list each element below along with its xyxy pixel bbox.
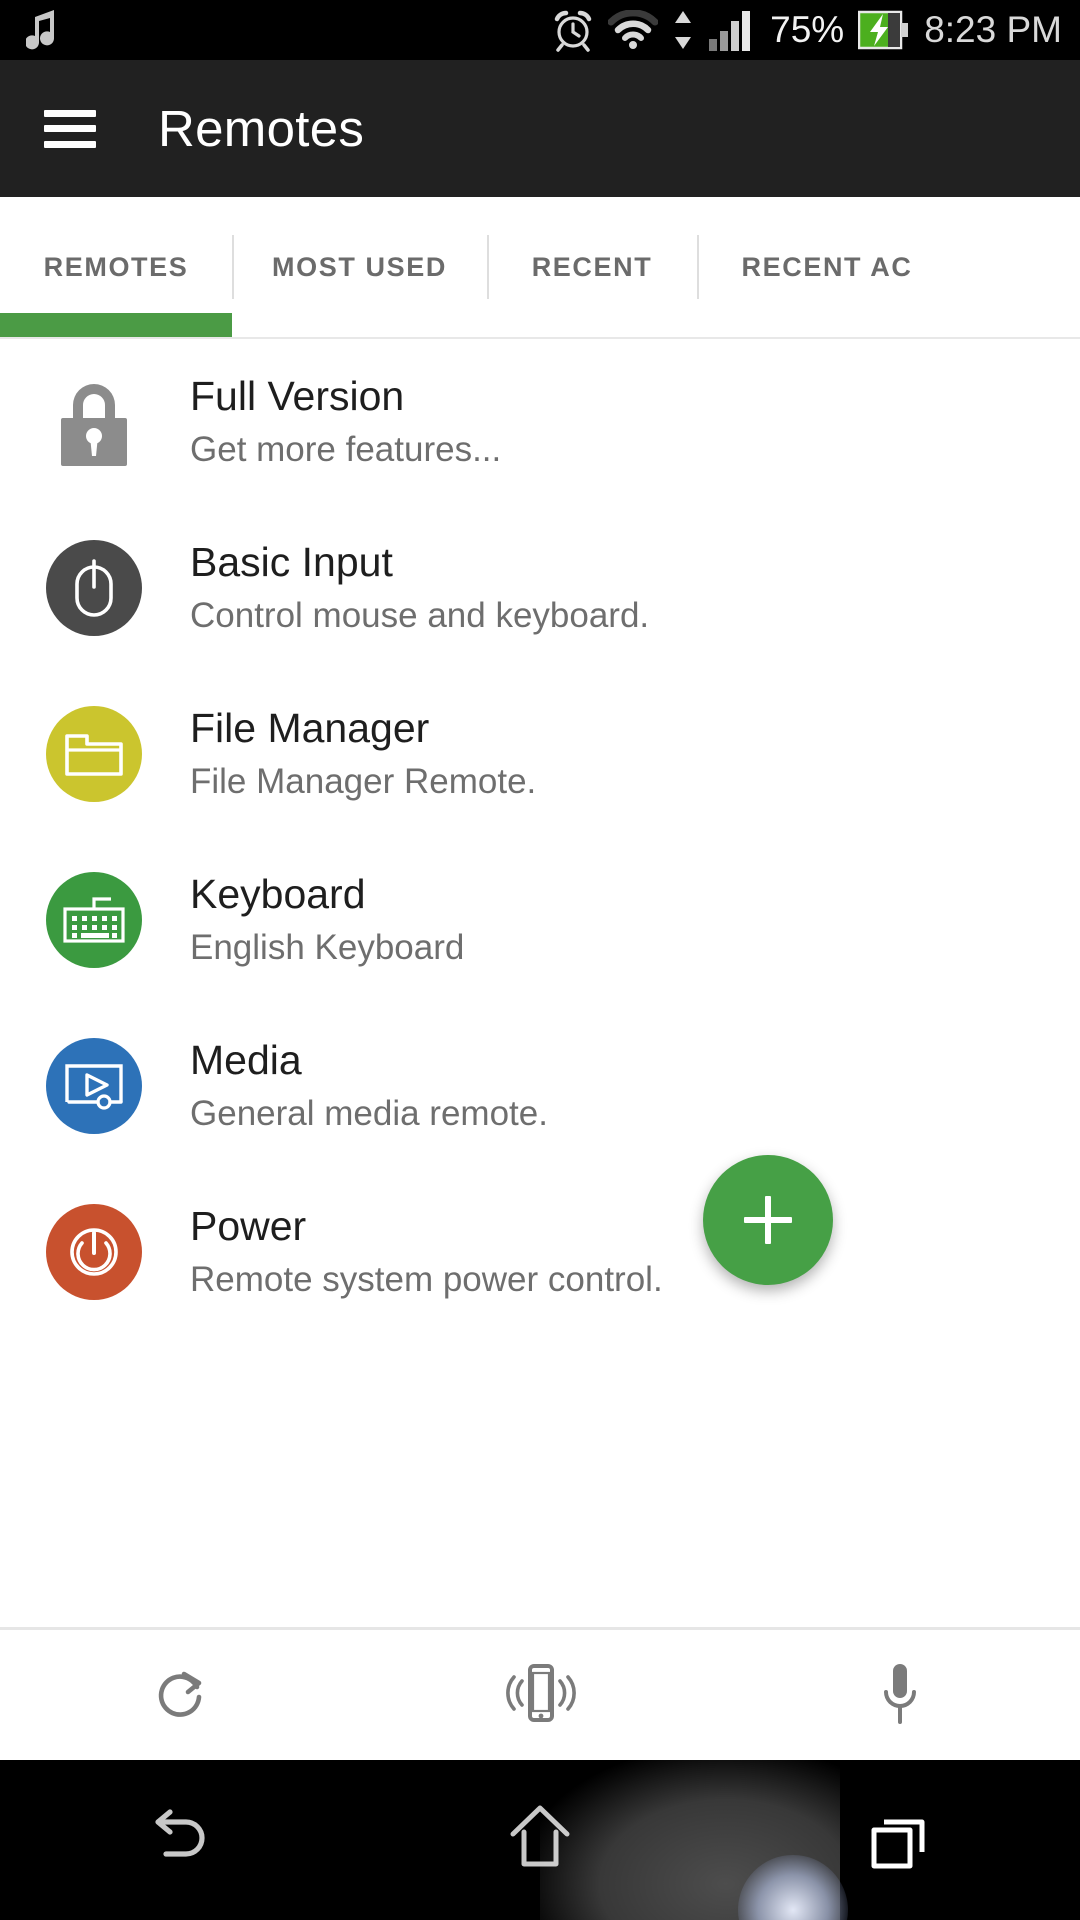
android-nav-bar <box>0 1760 1080 1920</box>
list-item-text: File Manager File Manager Remote. <box>190 704 536 804</box>
nav-home-button[interactable] <box>360 1760 720 1920</box>
folder-icon <box>46 706 142 802</box>
tab-label: RECENT AC <box>741 251 913 282</box>
list-item-title: Media <box>190 1036 302 1083</box>
list-item-icon-wrap <box>46 706 142 802</box>
bottom-toolbar <box>0 1627 1080 1760</box>
microphone-icon <box>877 1660 923 1731</box>
list-item-text: Media General media remote. <box>190 1036 548 1136</box>
tab-label: MOST USED <box>272 251 447 282</box>
list-item-text: Basic Input Control mouse and keyboard. <box>190 538 649 638</box>
app-bar: Remotes <box>0 60 1080 197</box>
status-bar-right: 75% 8:23 PM <box>552 0 1062 60</box>
phone-screen: 75% 8:23 PM Remotes REMOTES MOST USED RE… <box>0 0 1080 1920</box>
lock-icon <box>46 374 142 470</box>
home-icon <box>507 1802 573 1879</box>
list-item-icon-wrap <box>46 872 142 968</box>
list-item-title: Keyboard <box>190 870 366 917</box>
phone-vibrate-icon <box>498 1661 582 1730</box>
status-bar-clock: 8:23 PM <box>924 9 1062 50</box>
tab-most-used[interactable]: MOST USED <box>232 197 487 337</box>
plus-icon-vertical <box>765 1196 771 1244</box>
status-bar: 75% 8:23 PM <box>0 0 1080 60</box>
nav-back-button[interactable] <box>0 1760 360 1920</box>
list-item[interactable]: Media General media remote. <box>0 1003 1080 1169</box>
list-item-icon-wrap <box>46 1038 142 1134</box>
list-item-title: Full Version <box>190 372 405 419</box>
list-item-subtitle: Control mouse and keyboard. <box>190 596 650 636</box>
page-title: Remotes <box>158 100 365 157</box>
list-item[interactable]: Power Remote system power control. <box>0 1169 1080 1335</box>
power-icon <box>46 1204 142 1300</box>
list-item-subtitle: English Keyboard <box>190 928 465 968</box>
tab-active-indicator <box>0 313 232 337</box>
remotes-list: Full Version Get more features... Basic … <box>0 339 1080 1335</box>
list-item-icon-wrap <box>46 540 142 636</box>
vibrate-button[interactable] <box>360 1629 720 1762</box>
list-item-title: Basic Input <box>190 538 393 585</box>
list-item-text: Full Version Get more features... <box>190 372 501 472</box>
list-item[interactable]: Basic Input Control mouse and keyboard. <box>0 505 1080 671</box>
list-item-text: Keyboard English Keyboard <box>190 870 464 970</box>
tab-label: REMOTES <box>43 251 189 282</box>
back-icon <box>144 1802 216 1879</box>
battery-charging-icon <box>858 10 910 50</box>
tab-recent-actions[interactable]: RECENT AC <box>697 197 957 337</box>
list-item-text: Power Remote system power control. <box>190 1202 663 1302</box>
nav-recents-button[interactable] <box>720 1760 1080 1920</box>
refresh-icon <box>150 1663 210 1728</box>
data-updown-arrows-icon <box>672 9 694 51</box>
recents-icon <box>864 1804 936 1877</box>
list-item-title: File Manager <box>190 704 430 751</box>
tab-recent[interactable]: RECENT <box>487 197 697 337</box>
voice-button[interactable] <box>720 1629 1080 1762</box>
list-item-subtitle: Remote system power control. <box>190 1260 663 1300</box>
list-item-subtitle: File Manager Remote. <box>190 762 537 802</box>
refresh-button[interactable] <box>0 1629 360 1762</box>
alarm-clock-icon <box>552 8 594 52</box>
cell-signal-icon <box>708 9 756 51</box>
list-item[interactable]: File Manager File Manager Remote. <box>0 671 1080 837</box>
tab-label: RECENT <box>531 251 653 282</box>
keyboard-icon <box>46 872 142 968</box>
add-remote-fab[interactable] <box>703 1155 833 1285</box>
status-bar-left <box>0 8 60 52</box>
wifi-icon <box>608 10 659 50</box>
list-item[interactable]: Full Version Get more features... <box>0 339 1080 505</box>
list-item-subtitle: General media remote. <box>190 1094 548 1134</box>
music-note-icon <box>26 8 60 52</box>
list-item-title: Power <box>190 1202 307 1249</box>
battery-percent-label: 75% <box>770 9 845 50</box>
list-item-subtitle: Get more features... <box>190 430 502 470</box>
hamburger-menu-icon[interactable] <box>44 109 96 148</box>
media-player-icon <box>46 1038 142 1134</box>
mouse-icon <box>46 540 142 636</box>
list-item[interactable]: Keyboard English Keyboard <box>0 837 1080 1003</box>
list-item-icon-wrap <box>46 1204 142 1300</box>
